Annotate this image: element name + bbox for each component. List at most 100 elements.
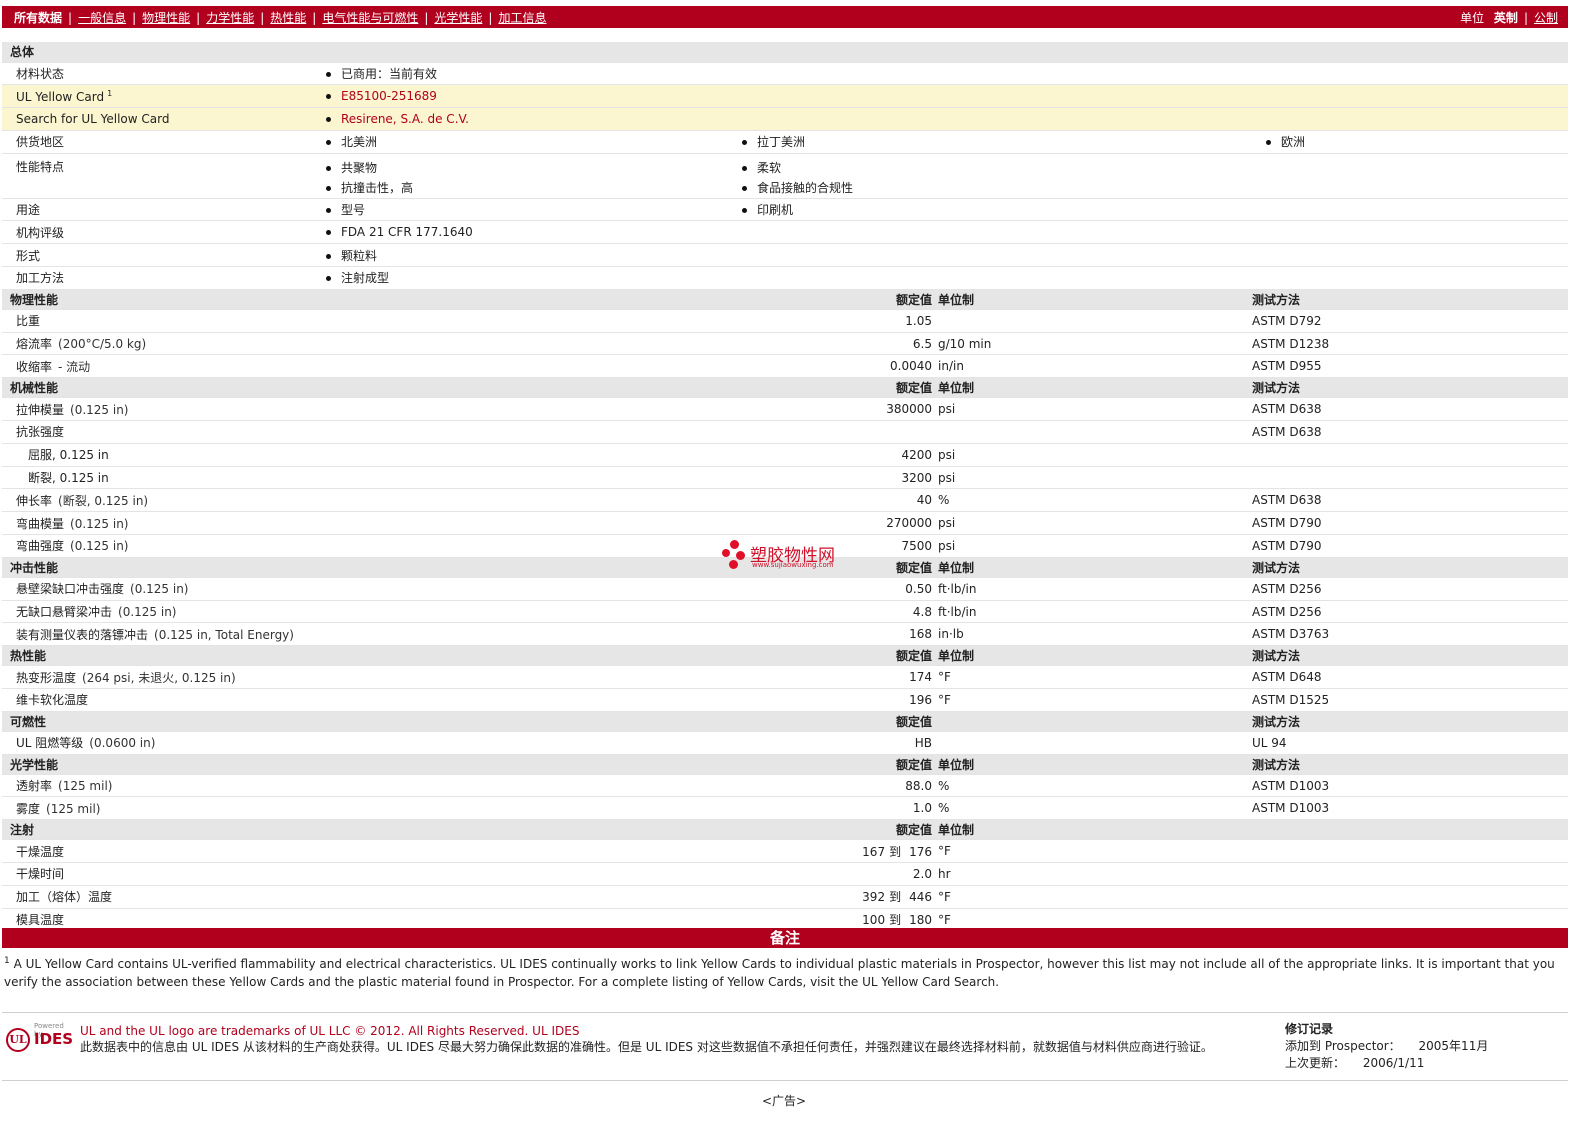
header-nominal: 额定值: [728, 711, 938, 732]
nominal-value: 167 到 176: [728, 839, 938, 864]
test-condition: (0.0600 in): [89, 736, 156, 751]
section-title: 注射: [2, 819, 728, 841]
property-label: 干燥温度: [2, 839, 728, 864]
property-name: 抗张强度: [2, 420, 728, 444]
property-row: 热变形温度 (264 psi, 未退火, 0.125 in) 174 °F ASTM D…: [2, 665, 1569, 690]
unit-value: °F: [938, 688, 1252, 712]
mechanical-rows: 拉伸模量 (0.125 in) 380000 psi ASTM D638 抗张强度 ASTM…: [2, 397, 1569, 558]
unit-switcher: 单位 英制 | 公制: [1460, 11, 1558, 25]
test-condition: (0.125 in): [130, 582, 189, 597]
flammability-rows: UL 阻燃等级 (0.0600 in) HB UL 94: [2, 731, 1569, 755]
logo-ides: IDES: [34, 1030, 74, 1048]
ul-card-link[interactable]: E85100-251689: [341, 89, 437, 103]
section-mechanical: 机械性能 额定值 单位制 测试方法: [2, 377, 1569, 399]
nav-physical[interactable]: 物理性能: [142, 11, 190, 25]
injection-rows: 干燥温度 167 到 176 °F 干燥时间 2.0 hr 加工（熔体）温度 392 到 446 °F 模…: [2, 839, 1569, 932]
section-title: 总体: [2, 42, 1569, 63]
nav-general[interactable]: 一般信息: [78, 11, 126, 25]
property-name: 无缺口悬臂梁冲击 (0.125 in): [2, 600, 728, 624]
datasheet-table: 总体 材料状态 已商用：当前有效 UL Yellow Card 1 E85100-…: [2, 42, 1569, 932]
added-value: 2005年11月: [1418, 1039, 1489, 1053]
test-method: [1252, 862, 1569, 886]
nav-processing[interactable]: 加工信息: [498, 11, 546, 25]
test-method: ASTM D638: [1252, 420, 1569, 444]
header-nominal: 额定值: [728, 754, 938, 775]
property-label: 弯曲强度: [16, 539, 65, 554]
property-name: 维卡软化温度: [2, 688, 728, 712]
watermark-logo: 塑胶物性网 www.sujiaowuxing.com: [722, 540, 852, 574]
property-row: 无缺口悬臂梁冲击 (0.125 in) 4.8 ft·lb/in ASTM D256: [2, 600, 1569, 624]
row-label: 材料状态: [2, 62, 312, 86]
row-label: Search for UL Yellow Card: [2, 107, 312, 131]
property-name: 雾度 (125 mil): [2, 796, 728, 821]
property-label: 抗张强度: [16, 425, 65, 440]
unit-value: g/10 min: [938, 332, 1252, 356]
property-row: 悬壁梁缺口冲击强度 (0.125 in) 0.50 ft·lb/in ASTM D256: [2, 577, 1569, 601]
nominal-value: 1.05: [728, 309, 938, 333]
property-label: 热变形温度: [16, 670, 77, 685]
impact-rows: 悬壁梁缺口冲击强度 (0.125 in) 0.50 ft·lb/in ASTM D256…: [2, 577, 1569, 647]
property-row: 抗张强度 ASTM D638: [2, 420, 1569, 444]
nominal-value: 6.5: [728, 332, 938, 356]
ul-logo-icon: UL: [6, 1028, 30, 1052]
test-method: ASTM D792: [1252, 309, 1569, 333]
feature-value: 抗撞击性，高: [341, 180, 414, 195]
property-name: UL 阻燃等级 (0.0600 in): [2, 731, 728, 755]
nav-mechanical[interactable]: 力学性能: [206, 11, 254, 25]
header-nominal: 额定值: [728, 645, 938, 667]
test-condition: (0.125 in): [70, 516, 129, 531]
ad-label: <广告>: [761, 1094, 807, 1108]
test-condition: - 流动: [58, 359, 91, 374]
nav-all-data[interactable]: 所有数据: [14, 11, 62, 25]
section-title: 可燃性: [2, 711, 728, 732]
nav-electrical[interactable]: 电气性能与可燃性: [322, 11, 418, 25]
bullet-icon: [742, 208, 747, 214]
unit-english[interactable]: 英制: [1494, 11, 1518, 25]
header-method: 测试方法: [1252, 557, 1569, 578]
bullet-icon: [326, 165, 331, 171]
section-general: 总体: [2, 42, 1569, 63]
test-method: ASTM D1003: [1252, 774, 1569, 798]
property-row: 屈服, 0.125 in 4200 psi: [2, 443, 1569, 467]
property-label: 透射率: [16, 779, 53, 794]
test-method: ASTM D790: [1252, 511, 1569, 536]
property-name: 悬壁梁缺口冲击强度 (0.125 in): [2, 577, 728, 601]
unit-value: %: [938, 774, 1252, 798]
ul-ides-logo[interactable]: UL Powered by IDES: [6, 1022, 74, 1054]
optical-rows: 透射率 (125 mil) 88.0% ASTM D1003 雾度 (125 mil) 1.…: [2, 774, 1569, 821]
nominal-value: 174: [728, 665, 938, 690]
nominal-value: 4.8: [728, 600, 938, 624]
bullet-icon: [742, 185, 747, 191]
footnote-ref[interactable]: 1: [107, 89, 112, 98]
footnote: 1 A UL Yellow Card contains UL-verified …: [4, 952, 1564, 991]
header-method: 测试方法: [1252, 289, 1569, 310]
supplier-link[interactable]: Resirene, S.A. de C.V.: [341, 112, 469, 126]
notes-header: 备注: [2, 928, 1568, 948]
property-label: 收缩率: [16, 359, 53, 374]
row-supply-region: 供货地区 北美洲 拉丁美洲 欧洲: [2, 130, 1569, 154]
property-label: 悬壁梁缺口冲击强度: [16, 582, 125, 597]
unit-value: °F: [938, 839, 1252, 864]
nav-thermal[interactable]: 热性能: [270, 11, 306, 25]
row-label: 形式: [2, 243, 312, 268]
property-name: 熔流率 (200°C/5.0 kg): [2, 332, 728, 356]
nominal-value: 0.0040: [728, 354, 938, 379]
nominal-value: 40: [728, 488, 938, 513]
test-method: ASTM D256: [1252, 577, 1569, 601]
unit-value: °F: [938, 665, 1252, 690]
header-nominal: 额定值: [728, 819, 938, 841]
unit-metric[interactable]: 公制: [1534, 11, 1558, 25]
nominal-value: 392 到 446: [728, 885, 938, 909]
nav-optical[interactable]: 光学性能: [434, 11, 482, 25]
section-title: 物理性能: [2, 289, 728, 310]
footnote-text: A UL Yellow Card contains UL-verified fl…: [4, 957, 1555, 989]
feature-value: 柔软: [757, 160, 782, 175]
nominal-value: 380000: [728, 397, 938, 422]
unit-value: psi: [938, 397, 1252, 422]
nominal-value: 4200: [728, 443, 938, 467]
divider: [2, 1012, 1568, 1013]
nav-tabs: 所有数据 | 一般信息 | 物理性能 | 力学性能 | 热性能 | 电气性能与可燃性 | 光学性能 | 加工…: [14, 11, 547, 25]
test-condition: (264 psi, 未退火, 0.125 in): [82, 670, 236, 685]
property-row: 干燥温度 167 到 176 °F: [2, 839, 1569, 864]
property-label: 断裂, 0.125 in: [28, 471, 109, 486]
